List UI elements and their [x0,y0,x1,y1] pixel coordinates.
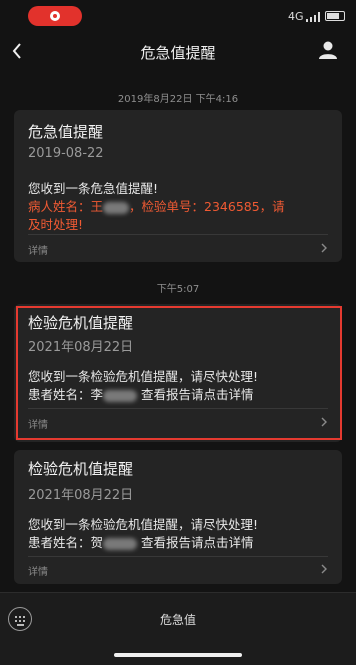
redacted-name [103,201,130,214]
record-indicator-icon[interactable] [28,6,82,26]
message-card[interactable]: 危急值提醒 2019-08-22 您收到一条危急值提醒! 病人姓名：王 ，检验单号… [14,110,342,262]
nav-bar: 危急值提醒 [0,32,356,70]
menu-item-critical-value[interactable]: 危急值 [0,611,356,628]
detail-link[interactable]: 详情 [28,416,48,431]
patient-label: 病人姓名：王 [28,199,104,214]
message-card[interactable]: 检验危机值提醒 2021年08月22日 您收到一条检验危机值提醒，请尽快处理! … [14,450,342,584]
detail-link[interactable]: 详情 [28,242,48,257]
bottom-menu-bar: 危急值 [0,592,356,665]
card-message: 您收到一条危急值提醒! [28,181,159,196]
detail-link[interactable]: 详情 [28,563,48,578]
card-date: 2021年08月22日 [28,340,134,355]
redacted-name [103,537,138,550]
redacted-name [103,389,138,402]
chevron-right-icon [321,243,327,253]
message-timestamp: 下午5:07 [156,284,200,295]
card-patient-line: 患者姓名：李 查看报告请点击详情 [28,384,254,403]
signal-icon [306,12,320,22]
report-hint: 查看报告请点击详情 [141,535,254,550]
page-title: 危急值提醒 [140,44,216,62]
card-date: 2021年08月22日 [28,488,134,503]
chevron-right-icon [321,417,327,427]
divider [28,234,328,235]
status-bar: 4G [0,0,356,32]
card-patient-line: 患者姓名：贺 查看报告请点击详情 [28,532,254,551]
card-title: 检验危机值提醒 [28,314,134,332]
network-type: 4G [288,10,304,23]
card-instruction: 及时处理! [28,217,84,232]
card-title: 危急值提醒 [28,123,104,141]
chevron-right-icon [321,564,327,574]
report-hint: 查看报告请点击详情 [141,387,254,402]
card-patient-line: 病人姓名：王 ，检验单号：2346585，请 [28,196,285,215]
patient-label: 患者姓名：贺 [28,535,104,550]
order-number-text: ，检验单号：2346585，请 [129,199,285,214]
message-card[interactable]: 检验危机值提醒 2021年08月22日 您收到一条检验危机值提醒，请尽快处理! … [14,304,342,442]
patient-label: 患者姓名：李 [28,387,104,402]
card-message: 您收到一条检验危机值提醒，请尽快处理! [28,369,259,384]
divider [28,556,328,557]
card-message: 您收到一条检验危机值提醒，请尽快处理! [28,517,259,532]
card-date: 2019-08-22 [28,146,104,161]
battery-icon [325,11,345,21]
card-title: 检验危机值提醒 [28,460,134,478]
profile-icon[interactable] [318,40,338,60]
message-timestamp: 2019年8月22日 下午4:16 [117,94,239,105]
home-indicator[interactable] [114,653,242,657]
divider [28,408,328,409]
